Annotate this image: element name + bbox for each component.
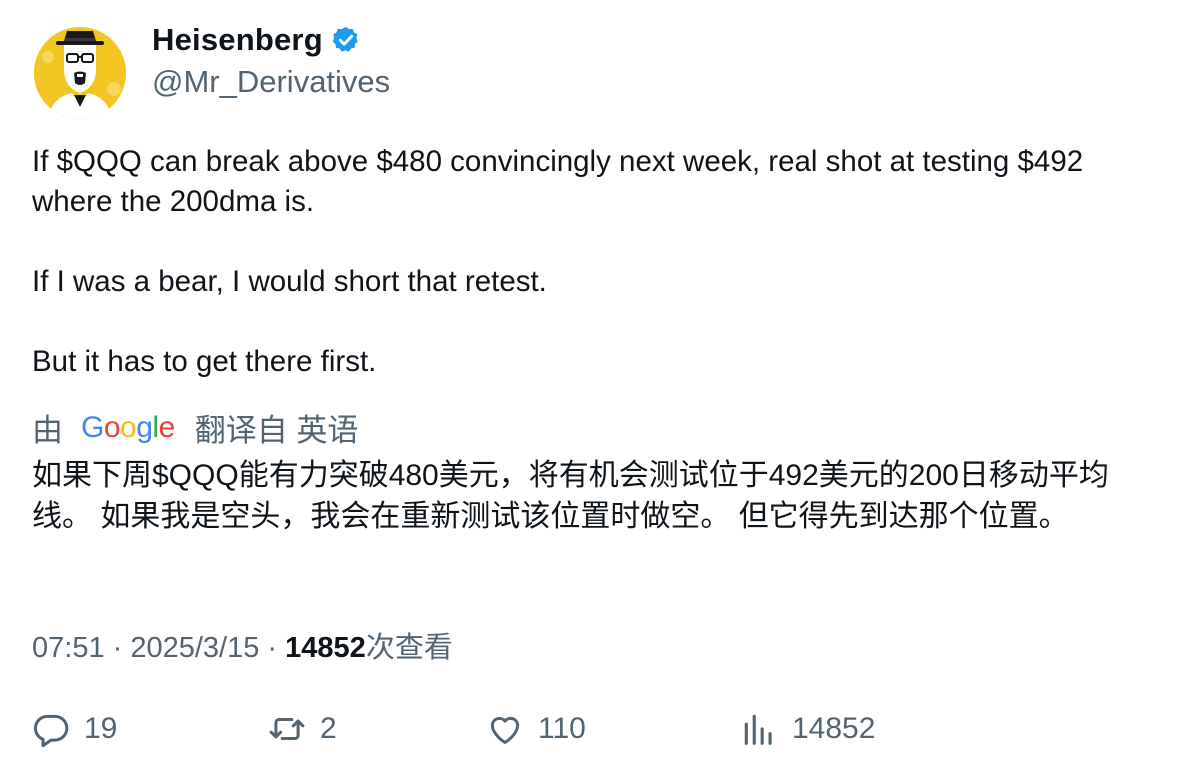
analytics-icon bbox=[744, 714, 772, 745]
retweet-count: 2 bbox=[320, 712, 337, 745]
tweet-paragraph: If I was a bear, I would short that rete… bbox=[32, 265, 547, 298]
verified-badge-icon bbox=[332, 26, 358, 52]
reply-count: 19 bbox=[84, 712, 118, 745]
views-button[interactable]: 14852 bbox=[740, 710, 875, 748]
heisenberg-avatar-icon bbox=[34, 27, 126, 119]
google-logo: Google bbox=[81, 410, 175, 444]
retweet-button[interactable]: 2 bbox=[268, 710, 337, 748]
tweet-meta: 07:51 · 2025/3/15 · 14852 次查看 bbox=[32, 624, 453, 666]
retweet-icon bbox=[269, 717, 305, 741]
views-action-count: 14852 bbox=[792, 712, 876, 745]
tweet-paragraph: But it has to get there first. bbox=[32, 345, 377, 378]
views-count: 14852 bbox=[285, 632, 366, 664]
translation-attribution[interactable]: 由 Google 翻译自 英语 bbox=[32, 405, 358, 450]
translated-by-label: 由 bbox=[32, 413, 63, 448]
reply-icon bbox=[33, 714, 69, 748]
tweet-time[interactable]: 07:51 bbox=[32, 632, 105, 665]
author-handle[interactable]: @Mr_Derivatives bbox=[152, 64, 390, 100]
tweet-paragraph: If $QQQ can break above $480 convincingl… bbox=[32, 145, 1084, 218]
meta-separator: · bbox=[104, 632, 131, 664]
meta-separator: · bbox=[259, 632, 286, 664]
tweet-text: If $QQQ can break above $480 convincingl… bbox=[32, 142, 1162, 382]
display-name[interactable]: Heisenberg bbox=[152, 22, 323, 58]
avatar[interactable] bbox=[34, 27, 126, 119]
author-name-row[interactable]: Heisenberg bbox=[152, 22, 361, 58]
heart-icon bbox=[490, 716, 520, 744]
action-bar: 19 2 110 14852 bbox=[0, 710, 1196, 758]
translated-text: 如果下周$QQQ能有力突破480美元，将有机会测试位于492美元的200日移动平… bbox=[32, 459, 1109, 533]
like-button[interactable]: 110 bbox=[486, 710, 586, 748]
reply-button[interactable]: 19 bbox=[32, 710, 117, 748]
views-label: 次查看 bbox=[365, 632, 453, 664]
like-count: 110 bbox=[538, 712, 586, 745]
tweet-date[interactable]: 2025/3/15 bbox=[130, 632, 259, 665]
translated-from-label[interactable]: 翻译自 英语 bbox=[195, 405, 359, 450]
